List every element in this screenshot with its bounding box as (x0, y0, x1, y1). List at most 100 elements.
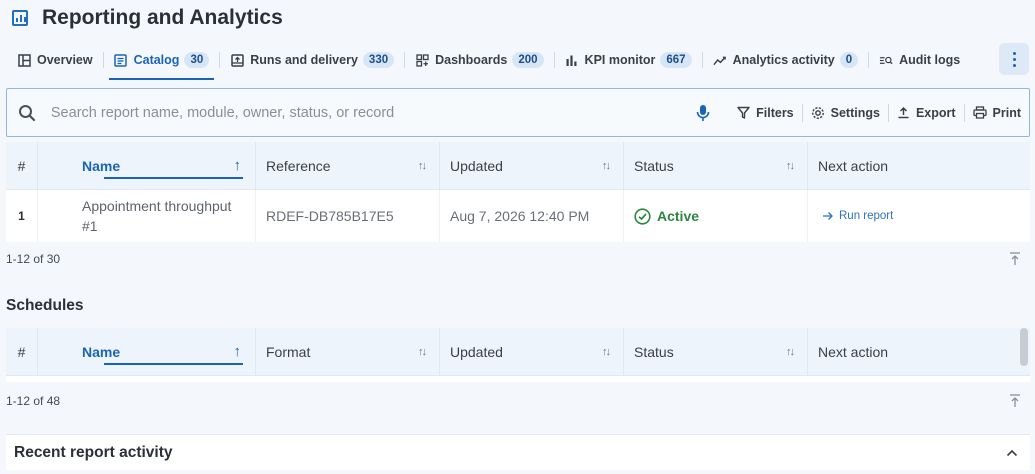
next-action-cell: Run report (808, 190, 1030, 242)
column-header-next-action: Next action (818, 157, 889, 174)
schedules-pagination: 1-12 of 48 (0, 389, 1035, 413)
check-circle-icon (634, 207, 651, 225)
tab-divider (404, 52, 406, 68)
count-badge: 667 (660, 52, 692, 68)
column-header-status[interactable]: Status ↑↓ (624, 328, 808, 375)
table-body: 1 Appointment throughput #1 RDEF-DB785B1… (6, 190, 1030, 242)
title-bar: Reporting and Analytics (0, 0, 1035, 36)
count-badge: 200 (512, 52, 544, 68)
filters-button[interactable]: Filters (729, 103, 802, 123)
column-header-updated[interactable]: Updated ↑↓ (440, 142, 624, 189)
sort-icon: ↑↓ (418, 159, 427, 172)
search-input[interactable] (50, 104, 668, 121)
kebab-icon (1012, 51, 1016, 55)
pagination-range: 1-12 of 48 (6, 394, 61, 408)
sort-icon: ↑↓ (786, 345, 795, 358)
scrollbar-thumb[interactable] (1020, 328, 1028, 366)
column-header-reference[interactable]: Reference ↑↓ (256, 142, 440, 189)
audit-search-icon (879, 53, 893, 67)
tab-divider (701, 52, 703, 68)
tab-divider (553, 52, 555, 68)
report-reference: RDEF-DB785B17E5 (256, 190, 440, 242)
sort-icon: ↑↓ (602, 345, 611, 358)
tab-label: Catalog (133, 53, 180, 67)
count-badge: 30 (184, 52, 210, 68)
filters-label: Filters (756, 105, 794, 120)
report-name: Appointment throughput #1 (38, 190, 256, 242)
tab-label: Overview (37, 53, 93, 67)
recent-activity-accordion[interactable]: Recent report activity (6, 434, 1030, 470)
scroll-to-top-icon[interactable] (1007, 251, 1023, 267)
filter-icon (737, 106, 750, 119)
upload-icon (898, 106, 909, 119)
tab-bar: Overview Catalog 30 Runs and delivery 33… (0, 40, 1035, 80)
count-badge: 330 (362, 52, 395, 68)
column-header-number: # (6, 142, 38, 189)
scroll-to-top-icon[interactable] (1007, 393, 1023, 409)
count-badge: 0 (839, 52, 859, 68)
status-badge: Active (634, 206, 699, 226)
dashboard-grid-icon (415, 53, 429, 67)
document-list-icon (114, 53, 128, 67)
schedules-title: Schedules (6, 297, 84, 314)
tab-analytics-activity[interactable]: Analytics activity 0 (708, 40, 864, 80)
search-toolbar: Filters Settings Export Print (6, 88, 1030, 137)
column-header-format[interactable]: Format ↑↓ (256, 328, 440, 375)
catalog-pagination: 1-12 of 30 (0, 247, 1035, 271)
column-header-next-action: Next action (818, 343, 889, 360)
tab-runs-and-delivery[interactable]: Runs and delivery 330 (225, 40, 399, 80)
tab-label: KPI monitor (584, 53, 656, 67)
tab-label: Runs and delivery (250, 53, 358, 67)
recent-activity-title: Recent report activity (14, 443, 173, 461)
run-report-link[interactable]: Run report (822, 206, 893, 226)
microphone-icon[interactable] (693, 104, 713, 122)
tab-divider (219, 52, 221, 68)
report-updated: Aug 7, 2026 12:40 PM (440, 190, 624, 242)
bar-chart-icon (565, 53, 579, 67)
more-options-button[interactable] (999, 43, 1029, 75)
tab-overview[interactable]: Overview (12, 40, 98, 80)
status-cell: Active (624, 190, 808, 242)
sort-ascending-icon: ↑ (233, 157, 242, 174)
table-header: # Name ↑ Reference ↑↓ Updated ↑↓ Status … (6, 142, 1030, 190)
column-header-number: # (6, 328, 38, 375)
settings-button[interactable]: Settings (803, 103, 888, 123)
tab-label: Analytics activity (732, 53, 835, 67)
chevron-up-icon[interactable] (1006, 444, 1018, 462)
page-title: Reporting and Analytics (42, 6, 283, 29)
column-header-name[interactable]: Name ↑ (38, 142, 256, 189)
column-header-updated[interactable]: Updated ↑↓ (440, 328, 624, 375)
trend-line-icon (712, 53, 727, 67)
tab-kpi-monitor[interactable]: KPI monitor 667 (560, 40, 697, 80)
tab-label: Dashboards (435, 53, 508, 67)
gear-icon (811, 106, 824, 119)
layout-icon (17, 53, 31, 67)
print-button[interactable]: Print (965, 103, 1029, 123)
tab-catalog[interactable]: Catalog 30 (108, 40, 215, 80)
sort-ascending-icon: ↑ (233, 343, 242, 360)
row-number: 1 (6, 190, 38, 242)
search-icon (17, 103, 37, 123)
sort-icon: ↑↓ (602, 159, 611, 172)
sort-icon: ↑↓ (418, 345, 427, 358)
settings-label: Settings (830, 105, 880, 120)
column-header-name[interactable]: Name ↑ (38, 328, 256, 375)
tab-divider (868, 52, 870, 68)
sort-icon: ↑↓ (786, 159, 795, 172)
export-button[interactable]: Export (889, 103, 964, 123)
catalog-table: # Name ↑ Reference ↑↓ Updated ↑↓ Status … (6, 142, 1030, 242)
inbox-upload-icon (230, 53, 244, 67)
table-row[interactable]: 1 Appointment throughput #1 RDEF-DB785B1… (6, 190, 1030, 242)
schedules-table: # Name ↑ Format ↑↓ Updated ↑↓ Status ↑↓ … (6, 328, 1030, 382)
table-header: # Name ↑ Format ↑↓ Updated ↑↓ Status ↑↓ … (6, 328, 1030, 376)
export-label: Export (915, 105, 956, 120)
tab-divider (102, 52, 104, 68)
pagination-range: 1-12 of 30 (6, 252, 61, 266)
printer-icon (972, 106, 987, 119)
print-label: Print (992, 105, 1022, 120)
tab-label: Audit logs (899, 53, 961, 67)
tab-dashboards[interactable]: Dashboards 200 (410, 40, 548, 80)
tab-audit-logs[interactable]: Audit logs (874, 40, 965, 80)
analytics-app-icon (12, 10, 28, 26)
column-header-status[interactable]: Status ↑↓ (624, 142, 808, 189)
